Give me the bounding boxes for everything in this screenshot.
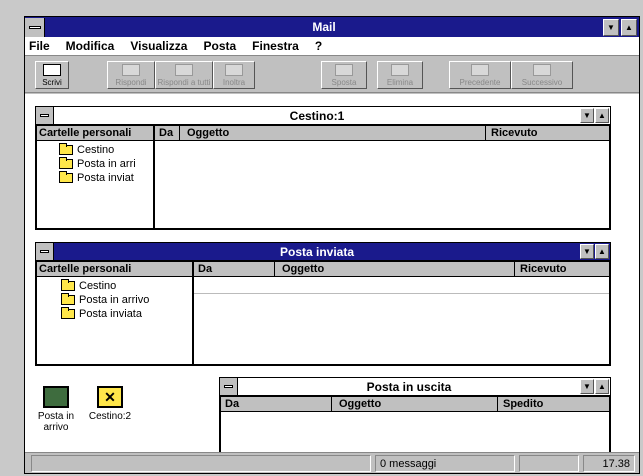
inviata-system-menu[interactable] [36, 243, 54, 260]
status-pane-main [31, 455, 371, 472]
inviata-maximize-button[interactable]: ▲ [595, 244, 609, 259]
posta-inviata-window[interactable]: Posta inviata ▼ ▲ Cartelle personali Ces… [35, 242, 611, 366]
inviata-folders-header[interactable]: Cartelle personali [37, 262, 192, 277]
cestino-columns-header: Da Oggetto Ricevuto [155, 126, 609, 141]
inviata-folder-list: Cestino Posta in arrivo Posta inviata [61, 279, 149, 321]
folder-posta-inviata[interactable]: Posta inviata [61, 307, 149, 321]
inviata-title: Posta inviata [279, 244, 355, 259]
recycle-bin-icon: ✕ [97, 386, 123, 408]
next-button[interactable]: Successivo [511, 61, 573, 89]
previous-button[interactable]: Precedente [449, 61, 511, 89]
menu-finestra[interactable]: Finestra [252, 39, 299, 53]
forward-button[interactable]: Inoltra [213, 61, 255, 89]
folder-open-icon [61, 307, 75, 319]
folder-icon [61, 279, 75, 291]
column-spedito[interactable]: Spedito [503, 398, 543, 410]
inviata-folders-pane: Cartelle personali Cestino Posta in arri… [36, 261, 193, 365]
folder-icon [59, 171, 73, 183]
next-icon [533, 64, 551, 76]
folder-cestino[interactable]: Cestino [59, 143, 136, 157]
folder-posta-in-arrivo[interactable]: Posta in arri [59, 157, 136, 171]
column-ricevuto[interactable]: Ricevuto [491, 127, 537, 139]
cestino-maximize-button[interactable]: ▲ [595, 108, 609, 123]
delete-button[interactable]: Elimina [377, 61, 423, 89]
reply-all-button[interactable]: Rispondi a tutti [155, 61, 213, 89]
uscita-title: Posta in uscita [366, 379, 452, 394]
mail-window: Mail ▼ ▲ File Modifica Visualizza Posta … [24, 16, 640, 474]
cestino-title: Cestino:1 [289, 108, 345, 123]
message-count: 0 messaggi [375, 455, 515, 472]
folder-icon [61, 293, 75, 305]
cestino-folders-header[interactable]: Cartelle personali [37, 126, 153, 141]
column-ricevuto[interactable]: Ricevuto [520, 263, 566, 275]
reply-all-icon [175, 64, 193, 76]
minimize-button[interactable]: ▼ [603, 18, 619, 36]
menu-posta[interactable]: Posta [203, 39, 236, 53]
cestino-system-menu[interactable] [36, 107, 54, 124]
delete-icon [391, 64, 409, 76]
column-da[interactable]: Da [159, 127, 173, 139]
inviata-title-bar[interactable]: Posta inviata ▼ ▲ [36, 243, 610, 261]
toolbar: Scrivi Rispondi Rispondi a tutti Inoltra… [25, 55, 639, 93]
column-oggetto[interactable]: Oggetto [282, 263, 324, 275]
status-pane-empty [519, 455, 579, 472]
inviata-columns-header: Da Oggetto Ricevuto [194, 262, 609, 277]
cestino-2-icon[interactable]: ✕ Cestino:2 [85, 386, 135, 422]
folder-open-icon [59, 143, 73, 155]
menu-bar: File Modifica Visualizza Posta Finestra … [25, 37, 639, 55]
column-da[interactable]: Da [225, 398, 239, 410]
move-button[interactable]: Sposta [321, 61, 367, 89]
cestino-window[interactable]: Cestino:1 ▼ ▲ Cartelle personali Cestino… [35, 106, 611, 230]
column-oggetto[interactable]: Oggetto [187, 127, 229, 139]
forward-icon [225, 64, 243, 76]
uscita-maximize-button[interactable]: ▲ [595, 379, 609, 394]
folder-icon [59, 157, 73, 169]
menu-visualizza[interactable]: Visualizza [130, 39, 187, 53]
compose-button[interactable]: Scrivi [35, 61, 69, 89]
cestino-folders-pane: Cartelle personali Cestino Posta in arri… [36, 125, 154, 229]
clock: 17.38 [583, 455, 635, 472]
reply-icon [122, 64, 140, 76]
window-title: Mail [312, 20, 336, 34]
column-oggetto[interactable]: Oggetto [339, 398, 381, 410]
uscita-system-menu[interactable] [220, 378, 238, 395]
mdi-client-area: Cestino:1 ▼ ▲ Cartelle personali Cestino… [25, 94, 639, 467]
inviata-minimize-button[interactable]: ▼ [580, 244, 594, 259]
previous-icon [471, 64, 489, 76]
title-bar[interactable]: Mail ▼ ▲ [25, 17, 639, 37]
uscita-minimize-button[interactable]: ▼ [580, 379, 594, 394]
cestino-folder-list: Cestino Posta in arri Posta inviat [59, 143, 136, 185]
menu-file[interactable]: File [29, 39, 50, 53]
uscita-title-bar[interactable]: Posta in uscita ▼ ▲ [220, 378, 610, 396]
move-icon [335, 64, 353, 76]
folder-cestino[interactable]: Cestino [61, 279, 149, 293]
inviata-messages-pane[interactable]: Da Oggetto Ricevuto [193, 261, 610, 365]
folder-posta-in-arrivo[interactable]: Posta in arrivo [61, 293, 149, 307]
column-da[interactable]: Da [198, 263, 212, 275]
status-bar: 0 messaggi 17.38 [25, 452, 639, 473]
posta-in-arrivo-icon[interactable]: Posta in arrivo [33, 386, 79, 433]
cestino-minimize-button[interactable]: ▼ [580, 108, 594, 123]
cestino-title-bar[interactable]: Cestino:1 ▼ ▲ [36, 107, 610, 125]
uscita-columns-header: Da Oggetto Spedito [221, 397, 609, 412]
folder-posta-inviata[interactable]: Posta inviat [59, 171, 136, 185]
row-divider [194, 293, 609, 294]
menu-help[interactable]: ? [315, 39, 322, 53]
inbox-icon [43, 386, 69, 408]
maximize-button[interactable]: ▲ [621, 18, 637, 36]
reply-button[interactable]: Rispondi [107, 61, 155, 89]
system-menu-button[interactable] [25, 17, 45, 37]
cestino-messages-pane[interactable]: Da Oggetto Ricevuto [154, 125, 610, 229]
menu-modifica[interactable]: Modifica [66, 39, 115, 53]
compose-icon [43, 64, 61, 76]
